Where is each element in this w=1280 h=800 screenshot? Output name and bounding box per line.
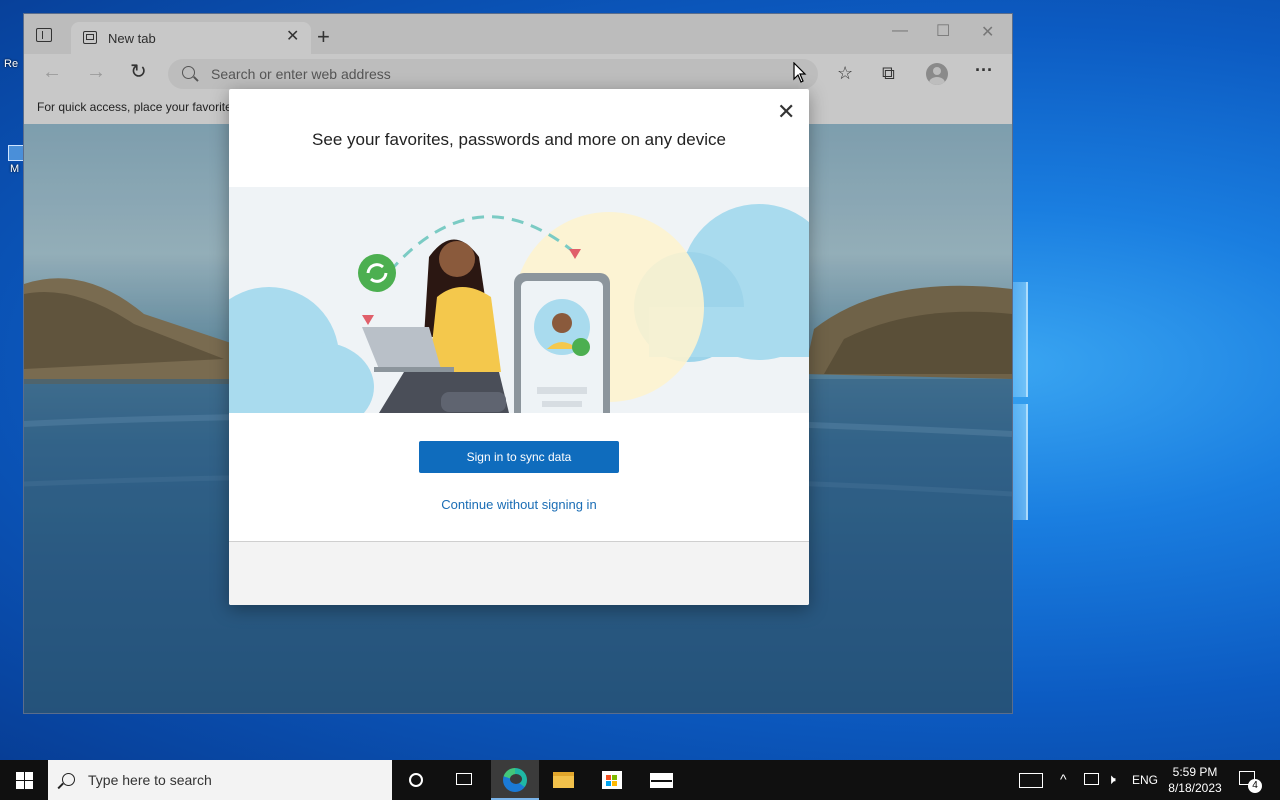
- file-explorer-icon[interactable]: [539, 760, 587, 800]
- search-icon: [182, 66, 195, 79]
- favorites-icon[interactable]: ☆: [837, 63, 853, 83]
- edge-icon[interactable]: [491, 760, 539, 800]
- taskbar-search-placeholder: Type here to search: [88, 772, 212, 788]
- news-and-interests-icon[interactable]: [1019, 773, 1043, 788]
- mouse-cursor-icon: [793, 62, 807, 83]
- task-view-icon[interactable]: [440, 760, 488, 800]
- back-arrow-icon[interactable]: ←: [42, 62, 62, 82]
- refresh-icon[interactable]: ↻: [130, 62, 147, 82]
- tab-actions-icon[interactable]: [36, 28, 52, 42]
- browser-toolbar: ← → ↻ Search or enter web address ☆ ⧉ ··…: [24, 54, 1012, 94]
- forward-arrow-icon[interactable]: →: [86, 62, 106, 82]
- profile-icon[interactable]: [926, 63, 948, 85]
- windows-start-icon[interactable]: [0, 760, 48, 800]
- taskbar-search-input[interactable]: Type here to search: [48, 760, 392, 800]
- tab-title: New tab: [108, 31, 156, 46]
- window-close-icon[interactable]: ✕: [981, 22, 994, 42]
- desktop-icon-label[interactable]: Re: [4, 58, 18, 70]
- continue-without-signing-in-link[interactable]: Continue without signing in: [229, 497, 809, 512]
- dialog-footer: [229, 542, 809, 605]
- tab-new-tab[interactable]: New tab ✕: [71, 22, 311, 54]
- network-icon[interactable]: [1084, 773, 1099, 785]
- sign-in-to-sync-button[interactable]: Sign in to sync data: [419, 441, 619, 473]
- clock-date: 8/18/2023: [1168, 781, 1222, 795]
- address-placeholder: Search or enter web address: [211, 66, 391, 82]
- search-icon: [62, 773, 75, 786]
- mail-icon[interactable]: [637, 760, 685, 800]
- tab-strip: New tab ✕ + — ☐ ✕: [24, 14, 1012, 54]
- sync-illustration: [229, 187, 809, 413]
- taskbar: Type here to search ^ 🕨 ENG 5:59 PM 8/18…: [0, 760, 1280, 800]
- tab-favicon-icon: [83, 31, 97, 44]
- more-icon[interactable]: ···: [975, 60, 993, 80]
- clock-time: 5:59 PM: [1172, 765, 1218, 779]
- desktop-icon-label[interactable]: M: [10, 163, 19, 175]
- new-tab-icon[interactable]: +: [317, 26, 330, 48]
- store-icon[interactable]: [588, 760, 636, 800]
- minimize-icon[interactable]: —: [892, 22, 908, 40]
- notification-count-badge: 4: [1248, 779, 1262, 793]
- clock[interactable]: 5:59 PM 8/18/2023: [1160, 764, 1230, 796]
- favorites-bar-text: For quick access, place your favorite: [37, 100, 232, 114]
- maximize-icon[interactable]: ☐: [936, 21, 950, 41]
- dialog-title: See your favorites, passwords and more o…: [312, 130, 726, 149]
- sync-sign-in-dialog: ✕ See your favorites, passwords and more…: [229, 89, 809, 605]
- address-bar[interactable]: Search or enter web address: [168, 59, 818, 89]
- tab-close-icon[interactable]: ✕: [286, 29, 299, 45]
- close-icon[interactable]: ✕: [777, 101, 795, 123]
- desktop-app-icon[interactable]: [8, 145, 24, 161]
- cortana-icon[interactable]: [392, 760, 440, 800]
- collections-icon[interactable]: ⧉: [882, 63, 895, 83]
- show-hidden-icons-icon[interactable]: ^: [1060, 771, 1067, 787]
- volume-muted-icon[interactable]: 🕨: [1107, 771, 1116, 788]
- language-indicator[interactable]: ENG: [1132, 773, 1158, 787]
- sync-illustration-art: [229, 204, 809, 413]
